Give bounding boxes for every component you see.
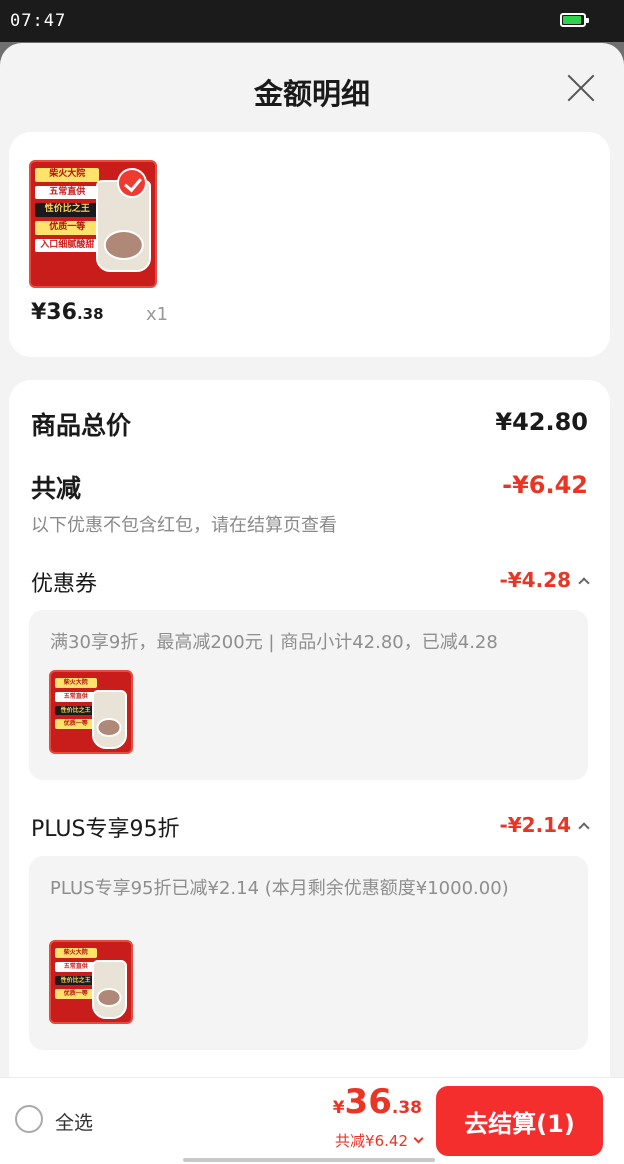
rice-bowl-image bbox=[96, 988, 122, 1008]
coupon-label[interactable]: 优惠券 bbox=[31, 566, 97, 598]
thumb-line: 性价比之王 bbox=[55, 975, 97, 986]
plus-discount-value: -¥2.14 bbox=[499, 813, 571, 837]
status-time: 07:47 bbox=[10, 11, 67, 31]
rice-bowl-image bbox=[103, 229, 144, 260]
checkout-button[interactable]: 去结算(1) bbox=[436, 1086, 603, 1156]
rice-bag-image bbox=[91, 690, 127, 750]
coupon-product-thumbnail: 柴火大院 五常直供 性价比之王 优质一等 bbox=[49, 670, 133, 754]
product-price: ¥36.38 bbox=[31, 300, 104, 325]
bottom-reduce-toggle[interactable]: 共减¥6.42 bbox=[335, 1130, 424, 1151]
price-detail-card: 商品总价 ¥42.80 共减 -¥6.42 以下优惠不包含红包，请在结算页查看 … bbox=[9, 380, 610, 1100]
product-price-main: ¥36 bbox=[31, 300, 77, 325]
select-all-radio[interactable] bbox=[15, 1105, 43, 1133]
reduce-note: 以下优惠不包含红包，请在结算页查看 bbox=[31, 515, 337, 536]
thumb-brand: 柴火大院 bbox=[55, 948, 97, 958]
plus-detail-text: PLUS专享95折已减¥2.14 (本月剩余优惠额度¥1000.00) bbox=[50, 878, 509, 899]
coupon-detail-box: 满30享9折，最高减200元 | 商品小计42.80，已减4.28 柴火大院 五… bbox=[29, 610, 588, 780]
amount-detail-sheet: 金额明细 柴火大院 五常直供 性价比之王 优质一等 入口细腻酸甜 ¥36.38 … bbox=[0, 43, 624, 1164]
bottom-reduce-text: 共减¥6.42 bbox=[335, 1132, 408, 1150]
total-reduce-value: -¥6.42 bbox=[502, 471, 588, 499]
close-icon[interactable] bbox=[566, 73, 596, 103]
plus-discount-label[interactable]: PLUS专享95折 bbox=[31, 811, 180, 843]
battery-fill bbox=[563, 16, 581, 24]
sheet-title: 金额明细 bbox=[253, 77, 370, 111]
total-reduce-label: 共减 bbox=[31, 474, 82, 503]
chevron-up-icon bbox=[578, 576, 590, 589]
product-thumbnail[interactable]: 柴火大院 五常直供 性价比之王 优质一等 入口细腻酸甜 bbox=[29, 160, 157, 288]
coupon-detail-text: 满30享9折，最高减200元 | 商品小计42.80，已减4.28 bbox=[50, 632, 498, 653]
total-price-value: ¥42.80 bbox=[495, 408, 588, 436]
select-all-label[interactable]: 全选 bbox=[55, 1108, 93, 1135]
coupon-value: -¥4.28 bbox=[499, 568, 571, 592]
thumb-line: 五常直供 bbox=[35, 185, 100, 200]
thumb-line: 性价比之王 bbox=[55, 705, 97, 716]
check-icon bbox=[117, 168, 147, 198]
chevron-down-icon bbox=[413, 1133, 424, 1144]
price-symbol: ¥ bbox=[332, 1098, 345, 1118]
thumb-brand: 柴火大院 bbox=[35, 168, 100, 182]
product-price-decimal: .38 bbox=[76, 305, 104, 323]
thumb-line: 优质一等 bbox=[55, 989, 97, 1000]
rice-bowl-image bbox=[96, 718, 122, 738]
checkout-bar: 全选 ¥36.38 共减¥6.42 去结算(1) bbox=[0, 1077, 624, 1164]
product-card: 柴火大院 五常直供 性价比之王 优质一等 入口细腻酸甜 ¥36.38 x1 bbox=[9, 132, 610, 357]
thumb-labels: 柴火大院 五常直供 性价比之王 优质一等 bbox=[55, 948, 97, 1000]
status-bar: 07:47 bbox=[0, 0, 624, 42]
thumb-line: 五常直供 bbox=[55, 961, 97, 972]
total-price-label: 商品总价 bbox=[31, 411, 132, 440]
thumb-line: 性价比之王 bbox=[35, 203, 100, 218]
thumb-labels: 柴火大院 五常直供 性价比之王 优质一等 bbox=[55, 678, 97, 730]
thumb-labels: 柴火大院 五常直供 性价比之王 优质一等 入口细腻酸甜 bbox=[35, 168, 100, 253]
thumb-brand: 柴火大院 bbox=[55, 678, 97, 688]
battery-icon bbox=[560, 13, 589, 27]
chevron-up-icon bbox=[578, 821, 590, 834]
price-decimal: .38 bbox=[391, 1098, 422, 1118]
thumb-line: 优质一等 bbox=[55, 719, 97, 730]
thumb-line: 入口细腻酸甜 bbox=[35, 238, 100, 253]
home-indicator bbox=[183, 1158, 435, 1162]
price-main: 36 bbox=[344, 1082, 392, 1122]
thumb-line: 优质一等 bbox=[35, 221, 100, 235]
coupon-value-toggle[interactable]: -¥4.28 bbox=[499, 568, 590, 592]
rice-bag-image bbox=[91, 960, 127, 1020]
plus-product-thumbnail: 柴火大院 五常直供 性价比之王 优质一等 bbox=[49, 940, 133, 1024]
bottom-total-price: ¥36.38 bbox=[333, 1082, 422, 1122]
plus-detail-box: PLUS专享95折已减¥2.14 (本月剩余优惠额度¥1000.00) 柴火大院… bbox=[29, 856, 588, 1050]
plus-value-toggle[interactable]: -¥2.14 bbox=[499, 813, 590, 837]
product-quantity: x1 bbox=[146, 304, 169, 325]
thumb-line: 五常直供 bbox=[55, 691, 97, 702]
